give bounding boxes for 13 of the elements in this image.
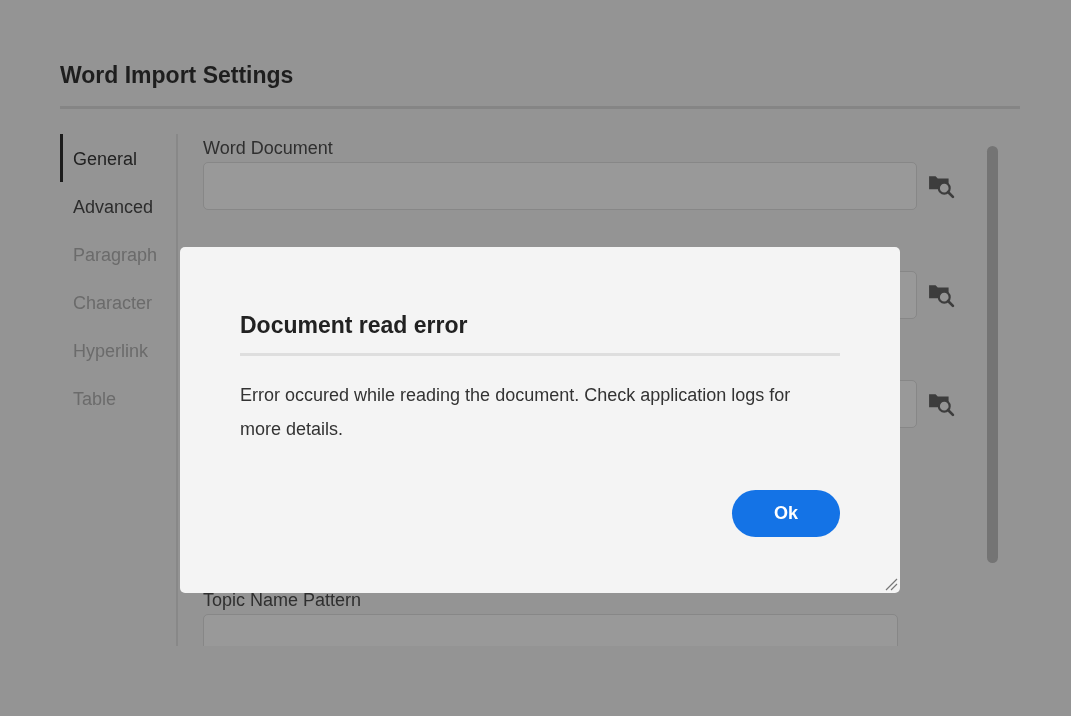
alert-title: Document read error [240,311,469,340]
dialog-title: Word Import Settings [60,61,295,90]
scrollbar[interactable] [987,146,998,563]
folder-search-icon[interactable] [927,391,955,417]
sidebar-tab[interactable]: General [60,134,176,182]
field-label: Word Document [203,137,334,160]
field-label: Topic Name Pattern [203,589,363,612]
sidebar-tab[interactable]: Advanced [60,182,176,230]
ok-button[interactable]: Ok [732,490,840,537]
resize-grip-icon[interactable] [884,577,898,591]
alert-message: Error occured while reading the document. Check application logs for more details. [240,384,792,441]
folder-search-icon[interactable] [927,173,955,199]
folder-search-icon[interactable] [927,282,955,308]
